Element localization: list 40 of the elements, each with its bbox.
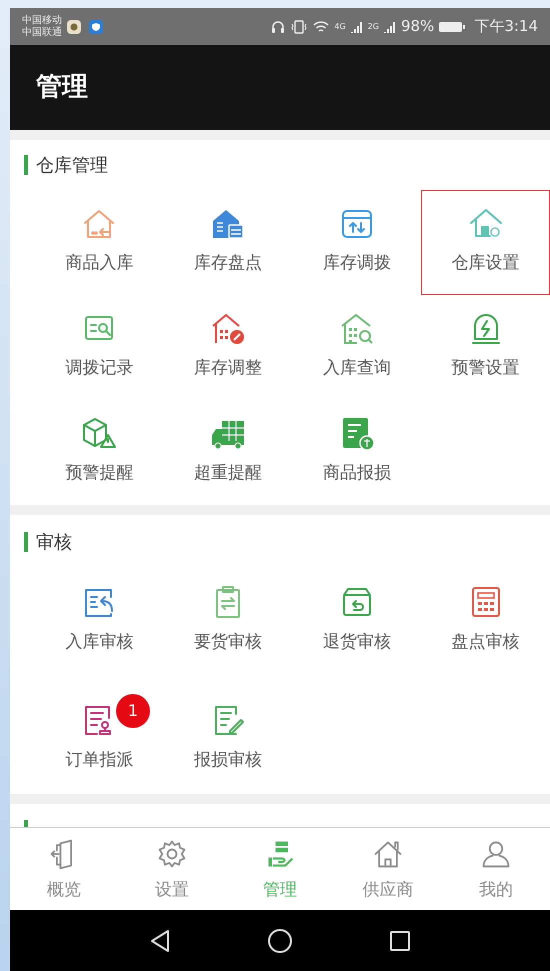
- menu-item[interactable]: 库存盘点: [164, 190, 292, 295]
- menu-item[interactable]: 订单指派 1: [35, 687, 164, 794]
- box-warning-icon: [81, 415, 118, 451]
- headphones-icon: [270, 18, 286, 34]
- notification-badge: 1: [116, 694, 150, 728]
- recent-apps-icon[interactable]: [389, 930, 411, 952]
- carrier-name: 中国联通: [22, 26, 62, 38]
- menu-item[interactable]: 退货审核: [292, 569, 422, 687]
- menu-item[interactable]: 仓库设置: [421, 190, 550, 295]
- network-type: 4G: [334, 21, 346, 34]
- battery-icon: [438, 20, 466, 34]
- settings-icon: [156, 838, 188, 870]
- section-title: 审核: [36, 530, 72, 554]
- menu-item[interactable]: 要货审核: [164, 569, 292, 687]
- home-circle-icon[interactable]: [267, 928, 293, 954]
- clock-time: 下午3:14: [474, 16, 538, 38]
- back-icon[interactable]: [149, 928, 171, 952]
- menu-item[interactable]: 盘点审核: [421, 569, 550, 687]
- page-title: 管理: [36, 71, 88, 104]
- wifi-icon: [312, 18, 330, 34]
- carrier-name: 中国移动: [22, 14, 62, 26]
- vibrate-icon: [290, 18, 308, 34]
- menu-item[interactable]: 入库查询: [292, 295, 422, 400]
- menu-item[interactable]: 入库审核: [35, 569, 164, 687]
- menu-item[interactable]: 商品报损: [292, 400, 422, 505]
- signal-icon: [350, 20, 364, 34]
- app-notification-icon: [66, 18, 82, 34]
- signal-icon: [382, 20, 397, 34]
- menu-item[interactable]: 库存调拨: [292, 190, 422, 295]
- menu-item[interactable]: 商品入库: [35, 190, 164, 295]
- section-title: 仓库管理: [36, 154, 108, 178]
- battery-percent: 98%: [400, 16, 434, 38]
- menu-item[interactable]: 库存调整: [164, 295, 292, 400]
- shield-icon: [88, 18, 104, 34]
- menu-item[interactable]: 预警提醒: [35, 400, 164, 505]
- menu-item[interactable]: 报损审核: [164, 687, 292, 794]
- network-type: 2G: [368, 21, 379, 34]
- menu-item[interactable]: 超重提醒: [164, 400, 292, 505]
- menu-item[interactable]: 调拨记录: [35, 295, 164, 400]
- menu-item[interactable]: 预警设置: [421, 295, 550, 400]
